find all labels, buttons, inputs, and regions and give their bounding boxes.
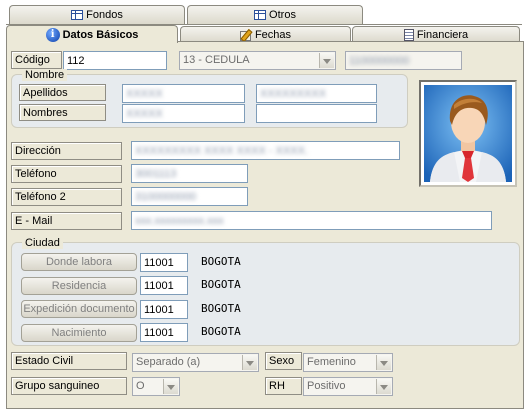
tipo-documento-select[interactable]: 13 - CEDULA [179,51,336,70]
table-icon [254,10,267,20]
ciudad-residencia-name: BOGOTA [201,278,241,291]
telefono2-value: 3100000000 [135,191,197,203]
numero-documento-input[interactable]: 1100000000 [345,51,462,70]
chevron-down-icon[interactable] [376,379,391,394]
tab-fechas-label: Fechas [254,28,292,41]
ciudad-nacimiento-button[interactable]: Nacimiento [21,324,137,342]
rh-label: RH [265,377,302,395]
tab-otros[interactable]: Otros [187,5,363,24]
tipo-documento-value: 13 - CEDULA [183,54,250,66]
rh-select[interactable]: Positivo [303,377,393,396]
sexo-value: Femenino [307,356,356,368]
chevron-down-icon[interactable] [163,379,178,394]
tab-fondos[interactable]: Fondos [9,5,185,24]
numero-documento-value: 1100000000 [349,55,410,67]
email-label: E - Mail [11,212,122,230]
telefono2-label: Teléfono 2 [11,188,122,206]
ciudad-residencia-button[interactable]: Residencia [21,277,137,295]
ciudad-nacimiento-code[interactable]: 11001 [140,323,188,342]
ciudad-nacimiento-name: BOGOTA [201,325,241,338]
grupo-sanguineo-value: O [136,380,145,392]
estado-civil-value: Separado (a) [136,356,201,368]
estado-civil-label: Estado Civil [11,352,127,370]
ciudad-donde-labora-code[interactable]: 11001 [140,253,188,272]
nombre1-input[interactable]: XXXXX [122,104,245,123]
tab-fechas[interactable]: Fechas [180,26,351,42]
telefono2-input[interactable]: 3100000000 [131,187,248,206]
direccion-label: Dirección [11,142,122,160]
tab-financiera-label: Financiera [416,28,469,41]
nombre-group-title: Nombre [22,69,68,81]
grupo-sanguineo-label: Grupo sanguineo [11,377,127,395]
codigo-label: Código [11,51,62,69]
ciudad-expedicion-documento-name: BOGOTA [201,302,241,315]
ciudad-group-title: Ciudad [22,237,63,249]
apellidos-label: Apellidos [19,84,106,101]
table-icon [71,10,84,20]
telefono-input[interactable]: 3001113 [131,164,248,183]
rh-value: Positivo [307,380,346,392]
nombre1-value: XXXXX [126,108,163,120]
direccion-value: XXXXXXXXX XXXX XXXX - XXXX. [135,145,309,157]
nombre2-input[interactable] [256,104,377,123]
tab-datos-basicos[interactable]: i Datos Básicos [6,25,178,43]
estado-civil-select[interactable]: Separado (a) [132,353,259,372]
codigo-input[interactable]: 112 [63,51,167,70]
telefono-label: Teléfono [11,165,122,183]
info-icon: i [45,27,60,42]
email-input[interactable]: xxx.xxxxxxxxx.xxx [131,211,492,230]
sexo-label: Sexo [265,352,302,370]
apellido2-value: XXXXXXXXX [260,88,327,100]
email-value: xxx.xxxxxxxxx.xxx [135,215,224,227]
person-avatar-icon [424,85,512,182]
tab-financiera[interactable]: Financiera [352,26,520,42]
telefono-value: 3001113 [135,168,177,180]
tab-otros-label: Otros [269,9,296,21]
pencil-icon [239,29,252,41]
ciudad-donde-labora-name: BOGOTA [201,255,241,268]
ciudad-expedicion-documento-code[interactable]: 11001 [140,300,188,319]
chevron-down-icon[interactable] [376,355,391,370]
sexo-select[interactable]: Femenino [303,353,393,372]
document-icon [403,28,414,41]
grupo-sanguineo-select[interactable]: O [132,377,180,396]
avatar [419,80,517,187]
apellido1-value: XXXXX [126,88,163,100]
apellido1-input[interactable]: XXXXX [122,84,245,103]
tab-fondos-label: Fondos [86,9,123,21]
direccion-input[interactable]: XXXXXXXXX XXXX XXXX - XXXX. [131,141,400,160]
ciudad-donde-labora-button[interactable]: Donde labora [21,253,137,271]
chevron-down-icon[interactable] [242,355,257,370]
nombres-label: Nombres [19,104,106,121]
chevron-down-icon[interactable] [319,53,334,68]
ciudad-residencia-code[interactable]: 11001 [140,276,188,295]
tab-datos-basicos-label: Datos Básicos [62,28,139,41]
ciudad-expedicion-documento-button[interactable]: Expedición documento [21,300,137,318]
apellido2-input[interactable]: XXXXXXXXX [256,84,377,103]
